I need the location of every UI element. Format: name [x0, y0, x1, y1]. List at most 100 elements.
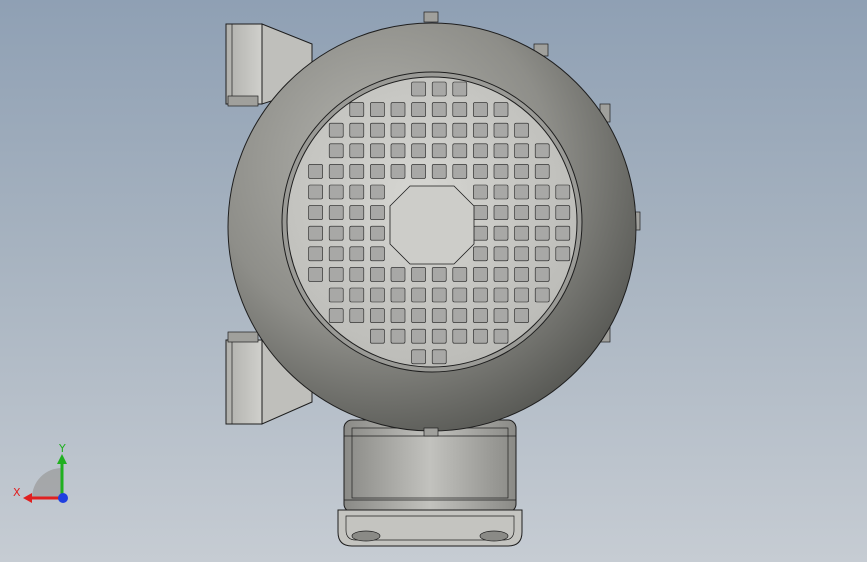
grille-slot — [555, 205, 571, 220]
grille-slot — [555, 184, 571, 200]
grille-slot — [328, 287, 344, 303]
grille-slot — [534, 287, 550, 303]
grille-slot — [328, 308, 344, 323]
grille-slot — [349, 267, 365, 282]
grille-slot — [328, 246, 344, 262]
grille-slot — [411, 143, 426, 159]
grille-slot — [328, 143, 344, 159]
grille-slot — [431, 328, 447, 344]
grille-slot — [452, 122, 468, 138]
grille-slot — [328, 205, 344, 220]
grille-slot — [431, 164, 447, 179]
grille-slot — [349, 143, 365, 159]
grille-slot — [431, 308, 447, 323]
grille-slot — [308, 164, 323, 179]
grille-slot — [328, 267, 344, 282]
grille-slot — [452, 143, 468, 159]
grille-slot — [514, 308, 529, 323]
grille-slot — [370, 102, 385, 117]
grille-slot — [308, 205, 323, 220]
grille-slot — [493, 308, 509, 323]
grille-slot — [370, 122, 385, 138]
grille-slot — [514, 122, 529, 138]
grille-slot — [473, 267, 488, 282]
bottom-lug — [423, 427, 439, 437]
triad-plane-shape — [32, 468, 62, 498]
grille-slot — [473, 122, 488, 138]
grille-slot — [370, 184, 385, 200]
grille-slot — [390, 102, 406, 117]
grille-slot — [411, 287, 426, 303]
grille-slot — [493, 205, 509, 220]
grille-slot — [411, 81, 426, 97]
y-axis-label: Y — [58, 442, 66, 455]
grille-slot — [390, 122, 406, 138]
grille-slot — [411, 164, 426, 179]
grille-slot — [308, 246, 323, 262]
grille-slot — [370, 143, 385, 159]
grille-slot — [411, 267, 426, 282]
grille-slot — [493, 102, 509, 117]
grille-slot — [411, 122, 426, 138]
grille-slot — [534, 184, 550, 200]
grille-slot — [473, 164, 488, 179]
grille-slot — [390, 267, 406, 282]
grille-slot — [349, 122, 365, 138]
grille-slot — [534, 205, 550, 220]
z-axis-dot-icon — [58, 493, 68, 503]
grille-slot — [534, 246, 550, 262]
x-axis-arrowhead-icon — [23, 493, 32, 503]
grille-slot — [431, 349, 447, 365]
grille-slot — [390, 164, 406, 179]
grille-slot — [390, 287, 406, 303]
grille-slot — [308, 267, 323, 282]
grille-slot — [411, 349, 426, 365]
grille-slot — [370, 308, 385, 323]
grille-slot — [473, 225, 488, 241]
grille-slot — [473, 184, 488, 200]
grille-slot — [328, 164, 344, 179]
grille-slot — [493, 287, 509, 303]
grille-slot — [370, 164, 385, 179]
orientation-triad: Y X — [13, 442, 68, 503]
grille-slot — [473, 287, 488, 303]
grille-slot — [473, 205, 488, 220]
grille-slot — [308, 184, 323, 200]
grille-slot — [514, 246, 529, 262]
x-axis-label: X — [13, 486, 21, 499]
grille-slot — [452, 328, 468, 344]
grille-slot — [431, 143, 447, 159]
grille-slot — [473, 308, 488, 323]
grille-slot — [431, 81, 447, 97]
grille-slot — [349, 246, 365, 262]
grille-slot — [328, 184, 344, 200]
grille-slot — [493, 122, 509, 138]
grille-slot — [534, 225, 550, 241]
grille-slot — [431, 287, 447, 303]
grille-slot — [411, 102, 426, 117]
grille-slot — [534, 143, 550, 159]
grille-slot — [452, 102, 468, 117]
grille-slot — [411, 308, 426, 323]
grille-slot — [514, 225, 529, 241]
grille-slot — [493, 267, 509, 282]
grille-slot — [349, 225, 365, 241]
grille-slot — [452, 164, 468, 179]
grille-slot — [534, 267, 550, 282]
motor-model-front-view[interactable] — [0, 0, 867, 562]
grille-slot — [452, 267, 468, 282]
grille-slot — [370, 267, 385, 282]
grille-slot — [473, 328, 488, 344]
grille-slot — [514, 164, 529, 179]
grille-slot — [370, 205, 385, 220]
cad-graphics-viewport[interactable]: Y X — [0, 0, 867, 562]
grille-slot — [370, 225, 385, 241]
grille-slot — [514, 184, 529, 200]
grille-slot — [555, 246, 571, 262]
grille-slot — [493, 225, 509, 241]
grille-slot — [349, 308, 365, 323]
grille-slot — [431, 122, 447, 138]
grille-slot — [473, 246, 488, 262]
grille-slot — [514, 267, 529, 282]
grille-slot — [555, 225, 571, 241]
